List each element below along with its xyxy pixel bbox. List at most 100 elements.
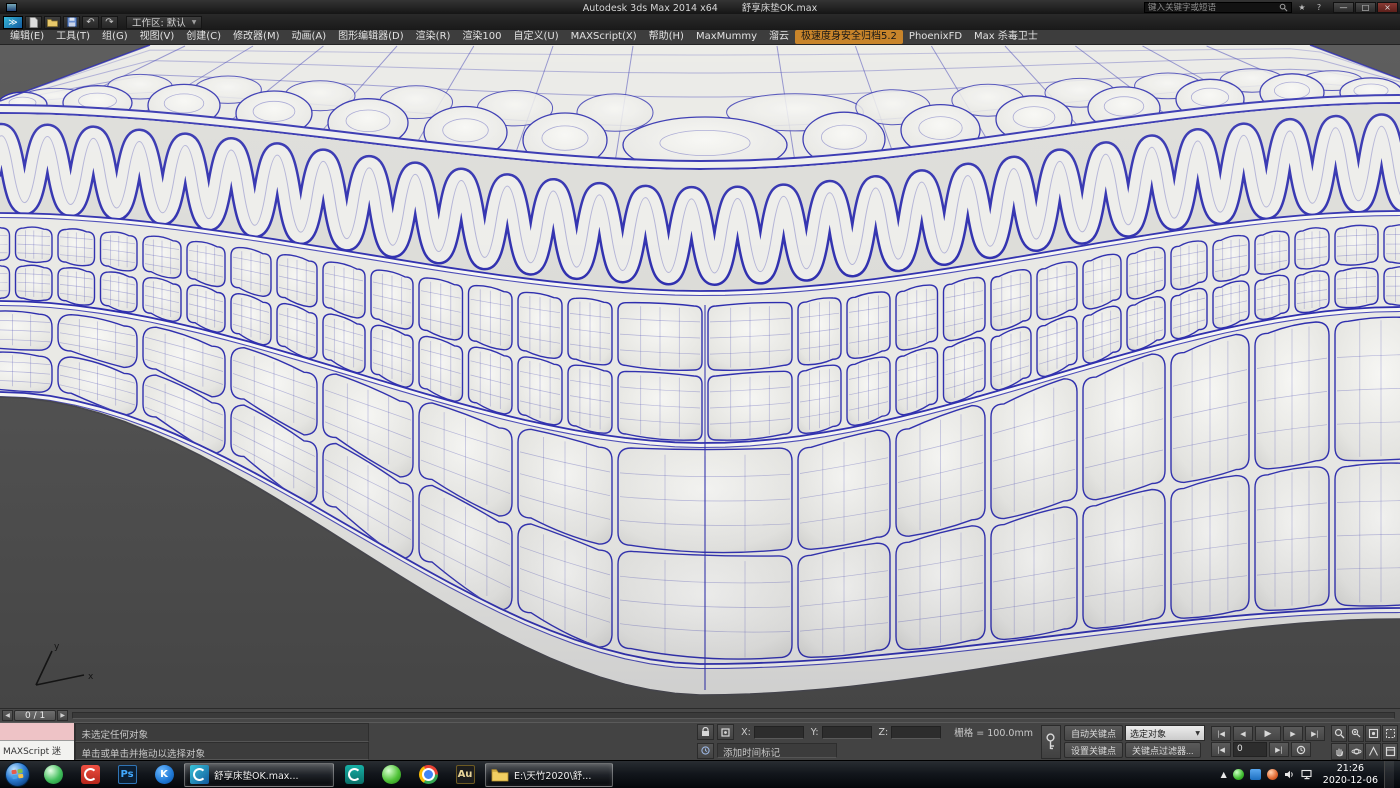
auto-key-button[interactable]: 自动关键点 <box>1064 725 1123 741</box>
menu-item[interactable]: 修改器(M) <box>227 30 285 44</box>
taskbar-item-3dsmax-active[interactable]: 舒享床垫OK.max... <box>184 763 334 787</box>
menu-item[interactable]: 渲染(R) <box>410 30 457 44</box>
taskbar-item-browser-360[interactable] <box>36 763 70 787</box>
folder-icon <box>491 768 509 782</box>
menu-item[interactable]: Max 杀毒卫士 <box>968 30 1044 44</box>
menu-item[interactable]: MAXScript(X) <box>565 30 643 44</box>
system-tray: ▲ 21:26 2020-12-06 <box>1221 761 1398 788</box>
orbit-icon[interactable] <box>1348 743 1364 760</box>
grid-size-label: 栅格 = 100.0mm <box>954 725 1033 739</box>
svg-text:y: y <box>54 642 60 652</box>
set-keys-button[interactable] <box>1041 725 1061 759</box>
next-key-button[interactable]: ▶| <box>1269 742 1289 757</box>
taskbar-item-green-browser[interactable] <box>374 763 408 787</box>
taskbar-item-teal-app[interactable] <box>337 763 371 787</box>
new-scene-icon[interactable] <box>25 16 42 29</box>
volume-icon[interactable] <box>1284 769 1295 780</box>
absolute-offset-toggle[interactable] <box>717 724 734 740</box>
play-button[interactable]: ▶ <box>1255 726 1281 741</box>
help-icon[interactable]: ? <box>1312 2 1326 13</box>
tray-blue-icon[interactable] <box>1250 769 1261 780</box>
tray-green-icon[interactable] <box>1233 769 1244 780</box>
add-time-tag[interactable]: 添加时间标记 <box>717 743 837 758</box>
x-coordinate-field[interactable] <box>754 726 804 739</box>
teal-app-icon <box>345 765 364 784</box>
zoom-extents-icon[interactable] <box>1365 725 1381 742</box>
menu-item[interactable]: 极速度身安全归档5.2 <box>795 30 903 44</box>
menu-item[interactable]: 自定义(U) <box>508 30 565 44</box>
time-configuration-button[interactable] <box>1291 742 1311 757</box>
taskbar-item-chrome[interactable] <box>411 763 445 787</box>
macro-recorder-line[interactable] <box>0 723 74 741</box>
menu-item[interactable]: 创建(C) <box>180 30 227 44</box>
maximize-button[interactable]: □ <box>1355 2 1376 13</box>
active-window-label: 舒享床垫OK.max... <box>214 768 298 782</box>
tray-orange-icon[interactable] <box>1267 769 1278 780</box>
application-menu-button[interactable]: ≫ <box>3 16 23 29</box>
prev-frame-arrow[interactable]: ◀ <box>2 710 13 721</box>
menu-bar: 编辑(E)工具(T)组(G)视图(V)创建(C)修改器(M)动画(A)图形编辑器… <box>0 30 1400 45</box>
workspace-dropdown[interactable]: 工作区: 默认▼ <box>126 16 202 29</box>
next-frame-button[interactable]: ▶ <box>1283 726 1303 741</box>
menu-item[interactable]: 视图(V) <box>134 30 181 44</box>
time-slider-handle[interactable]: 0 / 1 <box>14 710 56 721</box>
menu-item[interactable]: 编辑(E) <box>4 30 50 44</box>
previous-key-button[interactable]: |◀ <box>1211 742 1231 757</box>
menu-item[interactable]: 动画(A) <box>286 30 333 44</box>
key-filters-button[interactable]: 关键点过滤器... <box>1125 742 1201 758</box>
listener-line[interactable]: MAXScript 迷 <box>0 741 74 760</box>
field-of-view-icon[interactable] <box>1365 743 1381 760</box>
status-bar: MAXScript 迷 未选定任何对象 单击或单击并拖动以选择对象 X: Y: … <box>0 722 1400 760</box>
go-to-start-button[interactable]: |◀ <box>1211 726 1231 741</box>
show-desktop-button[interactable] <box>1384 761 1394 788</box>
menu-item[interactable]: 帮助(H) <box>643 30 690 44</box>
close-button[interactable]: × <box>1377 2 1398 13</box>
menu-item[interactable]: 渲染100 <box>456 30 507 44</box>
infocenter-search-input[interactable]: 键入关键字或短语 <box>1144 2 1292 13</box>
next-frame-arrow[interactable]: ▶ <box>57 710 68 721</box>
redo-icon[interactable]: ↷ <box>101 16 118 29</box>
open-file-icon[interactable] <box>44 16 61 29</box>
undo-icon[interactable]: ↶ <box>82 16 99 29</box>
taskbar-item-k-app[interactable]: K <box>147 763 181 787</box>
zoom-icon[interactable] <box>1331 725 1347 742</box>
tray-expand-icon[interactable]: ▲ <box>1221 770 1227 779</box>
pan-icon[interactable] <box>1331 743 1347 760</box>
previous-frame-button[interactable]: ◀ <box>1233 726 1253 741</box>
current-frame-field[interactable]: 0 <box>1233 742 1267 757</box>
perspective-viewport[interactable]: xy <box>0 45 1400 708</box>
menu-item[interactable]: 组(G) <box>96 30 134 44</box>
zoom-all-icon[interactable] <box>1348 725 1364 742</box>
save-file-icon[interactable] <box>63 16 80 29</box>
taskbar-item-photoshop[interactable]: Ps <box>110 763 144 787</box>
menu-item[interactable]: 工具(T) <box>50 30 96 44</box>
x-label: X: <box>741 727 751 738</box>
y-coordinate-field[interactable] <box>822 726 872 739</box>
taskbar-item-red-app[interactable] <box>73 763 107 787</box>
clock-time: 21:26 <box>1323 763 1378 774</box>
mattress-wireframe-canvas[interactable]: xy <box>0 45 1400 708</box>
y-label: Y: <box>811 727 819 738</box>
menu-item[interactable]: 图形编辑器(D) <box>332 30 410 44</box>
track-bar[interactable] <box>72 712 1395 719</box>
start-button[interactable] <box>5 762 30 787</box>
menu-item[interactable]: MaxMummy <box>690 30 763 44</box>
menu-item[interactable]: 溜云 <box>763 30 795 44</box>
network-icon[interactable] <box>1301 769 1313 780</box>
svg-text:x: x <box>88 672 94 682</box>
maximize-viewport-icon[interactable] <box>1382 743 1398 760</box>
selection-lock-button[interactable] <box>697 724 714 740</box>
taskbar-clock[interactable]: 21:26 2020-12-06 <box>1323 763 1378 786</box>
z-coordinate-field[interactable] <box>891 726 941 739</box>
menu-item[interactable]: PhoenixFD <box>903 30 968 44</box>
selection-set-dropdown[interactable]: 选定对象▼ <box>1125 725 1205 741</box>
zoom-region-icon[interactable] <box>1382 725 1398 742</box>
taskbar-item-explorer[interactable]: E:\天竹2020\舒... <box>485 763 613 787</box>
set-key-button[interactable]: 设置关键点 <box>1064 742 1123 758</box>
minimize-button[interactable]: — <box>1333 2 1354 13</box>
favorites-star-icon[interactable]: ★ <box>1295 2 1309 13</box>
taskbar-item-audition[interactable]: Au <box>448 763 482 787</box>
viewport-navigation <box>1331 725 1398 760</box>
go-to-end-button[interactable]: ▶| <box>1305 726 1325 741</box>
3dsmax-icon <box>190 765 209 784</box>
